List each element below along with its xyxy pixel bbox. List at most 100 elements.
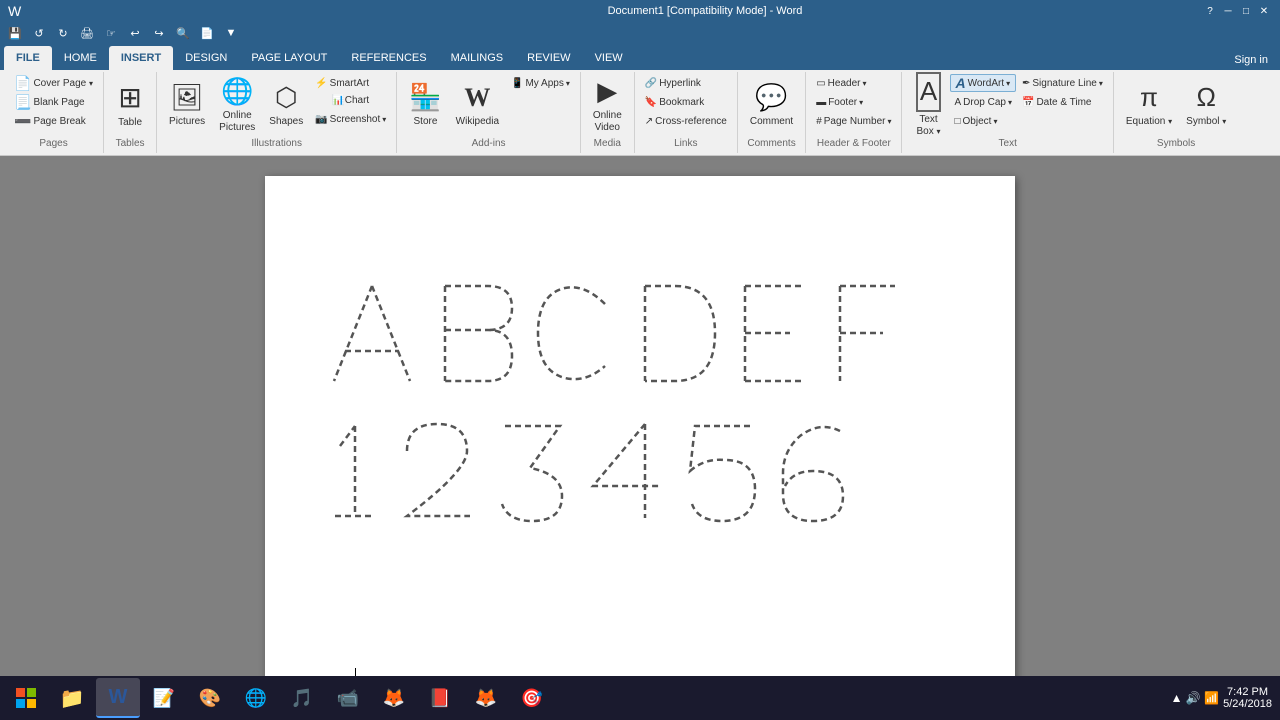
ribbon-tab-bar: FILE HOME INSERT DESIGN PAGE LAYOUT REFE… [0,44,1280,70]
symbol-icon: Ω [1197,82,1216,113]
online-video-icon: ▶ [597,76,617,107]
tab-mailings[interactable]: MAILINGS [439,46,516,70]
comments-label: Comments [744,136,799,151]
blank-page-btn[interactable]: 📃 Blank Page [10,93,97,111]
cover-page-btn[interactable]: 📄 Cover Page ▾ [10,74,97,92]
paint-button[interactable]: 🎨 [188,678,232,718]
time-display: 7:42 PM [1223,686,1272,698]
qat-print[interactable]: 🖨 [76,24,98,42]
pages-label: Pages [10,136,97,151]
screenshot-btn[interactable]: 📷 Screenshot ▾ [311,110,390,128]
pictures-btn[interactable]: 🖼 Pictures [163,74,211,136]
shapes-btn[interactable]: ⬡ Shapes [263,74,309,136]
start-button[interactable] [4,678,48,718]
pages-buttons: 📄 Cover Page ▾ 📃 Blank Page ➖ Page Break [10,74,97,136]
wordart-btn[interactable]: A WordArt ▾ [950,74,1016,92]
ribbon-group-illustrations: 🖼 Pictures 🌐 OnlinePictures ⬡ Shapes ⚡ S… [157,72,397,153]
notepad-button[interactable]: 📝 [142,678,186,718]
tab-review[interactable]: REVIEW [515,46,582,70]
qat-custom[interactable]: ▼ [220,24,242,42]
online-pictures-btn[interactable]: 🌐 OnlinePictures [213,74,261,136]
ribbon-group-links: 🔗 Hyperlink 🔖 Bookmark ↗ Cross-reference… [635,72,738,153]
ribbon-group-pages: 📄 Cover Page ▾ 📃 Blank Page ➖ Page Break… [4,72,104,153]
page-number-btn[interactable]: # Page Number ▾ [812,112,895,130]
tab-file[interactable]: FILE [4,46,52,70]
firefox-button[interactable]: 🦊 [372,678,416,718]
letter-row-2 [325,416,955,526]
minimize-btn[interactable]: ─ [1220,3,1236,19]
signature-line-btn[interactable]: ✒ Signature Line ▾ [1018,74,1107,92]
pictures-icon: 🖼 [171,82,204,113]
maximize-btn[interactable]: □ [1238,3,1254,19]
qat-redo[interactable]: ↻ [52,24,74,42]
firefox2-button[interactable]: 🦊 [464,678,508,718]
links-buttons: 🔗 Hyperlink 🔖 Bookmark ↗ Cross-reference [641,74,731,136]
tab-design[interactable]: DESIGN [173,46,239,70]
footer-btn[interactable]: ▬ Footer ▾ [812,93,895,111]
tables-label: Tables [110,136,150,151]
wikipedia-btn[interactable]: W Wikipedia [450,74,505,136]
title-bar-title: Document1 [Compatibility Mode] - Word [208,5,1202,17]
date-time-btn[interactable]: 📅 Date & Time [1018,93,1107,111]
object-btn[interactable]: □ Object ▾ [950,112,1016,130]
qat-new[interactable]: 📄 [196,24,218,42]
winamp-button[interactable]: 🎵 [280,678,324,718]
textbox-btn[interactable]: A TextBox ▾ [908,74,948,136]
illustrations-label: Illustrations [163,136,390,151]
symbols-label: Symbols [1120,136,1232,151]
symbols-buttons: π Equation ▾ Ω Symbol ▾ [1120,74,1232,136]
tab-page-layout[interactable]: PAGE LAYOUT [239,46,339,70]
pdf-button[interactable]: 📕 [418,678,462,718]
tables-buttons: ⊞ Table [110,74,150,136]
addins-buttons: 🏪 Store W Wikipedia 📱 My Apps ▾ [403,74,574,136]
page-number-icon: # [816,116,822,127]
tab-home[interactable]: HOME [52,46,109,70]
dropcap-btn[interactable]: A Drop Cap ▾ [950,93,1016,111]
equation-btn[interactable]: π Equation ▾ [1120,74,1178,136]
cross-reference-btn[interactable]: ↗ Cross-reference [641,112,731,130]
my-apps-btn[interactable]: 📱 My Apps ▾ [507,74,574,92]
page-break-btn[interactable]: ➖ Page Break [10,112,97,130]
document-area[interactable] [0,156,1280,694]
symbol-btn[interactable]: Ω Symbol ▾ [1180,74,1232,136]
date-time-icon: 📅 [1022,97,1034,108]
header-icon: ▭ [816,78,825,89]
ribbon-group-media: ▶ OnlineVideo Media [581,72,635,153]
qat-touch[interactable]: ☞ [100,24,122,42]
hyperlink-btn[interactable]: 🔗 Hyperlink [641,74,731,92]
digit-3 [490,416,575,526]
app-body [0,156,1280,694]
qat-back[interactable]: ↩ [124,24,146,42]
tab-insert[interactable]: INSERT [109,46,173,70]
chart-btn[interactable]: 📊 Chart [311,93,390,109]
qat-forward[interactable]: ↪ [148,24,170,42]
qat-save[interactable]: 💾 [4,24,26,42]
table-btn[interactable]: ⊞ Table [110,74,150,136]
comment-btn[interactable]: 💬 Comment [744,74,799,136]
sign-in-btn[interactable]: Sign in [1226,50,1276,70]
online-pictures-icon: 🌐 [221,76,253,107]
links-label: Links [641,136,731,151]
app-button[interactable]: 🎯 [510,678,554,718]
document-page[interactable] [265,176,1015,694]
tab-view[interactable]: VIEW [583,46,635,70]
help-btn[interactable]: ? [1202,3,1218,19]
dropcap-icon: A [954,97,961,108]
store-icon: 🏪 [409,82,441,113]
online-video-btn[interactable]: ▶ OnlineVideo [587,74,628,136]
store-btn[interactable]: 🏪 Store [403,74,447,136]
header-btn[interactable]: ▭ Header ▾ [812,74,895,92]
qat-undo[interactable]: ↺ [28,24,50,42]
word-taskbar-button[interactable]: W [96,678,140,718]
video-button[interactable]: 📹 [326,678,370,718]
file-explorer-button[interactable]: 📁 [50,678,94,718]
qat-search[interactable]: 🔍 [172,24,194,42]
bookmark-btn[interactable]: 🔖 Bookmark [641,93,731,111]
system-tray: ▲ 🔊 📶 7:42 PM 5/24/2018 [1171,686,1276,710]
chrome-button[interactable]: 🌐 [234,678,278,718]
smartart-btn[interactable]: ⚡ SmartArt [311,74,390,92]
media-buttons: ▶ OnlineVideo [587,74,628,136]
tab-references[interactable]: REFERENCES [339,46,438,70]
close-btn[interactable]: ✕ [1256,3,1272,19]
header-footer-label: Header & Footer [812,136,895,151]
